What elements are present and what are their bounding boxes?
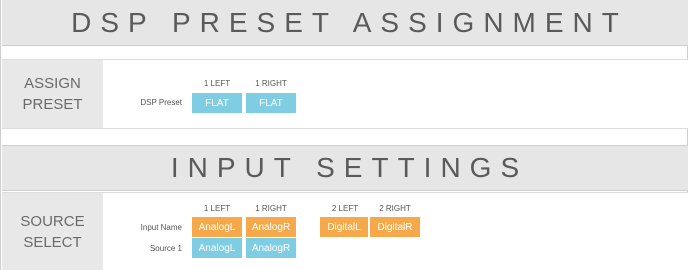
source-select-label: SOURCE SELECT <box>2 193 103 270</box>
input-settings-header: INPUT SETTINGS <box>2 145 688 191</box>
assign-preset-label-line2: PRESET <box>22 96 83 113</box>
input-name-1-right-button[interactable]: AnalogR <box>246 217 296 237</box>
dsp-preset-1-left-button[interactable]: FLAT <box>192 93 242 113</box>
source-select-label-line1: SOURCE <box>20 212 85 230</box>
input-col-1-left-label: 1 LEFT <box>203 204 231 213</box>
assign-preset-row: ASSIGN PRESET 1 LEFT 1 RIGHT DSP Preset … <box>2 59 688 129</box>
assign-preset-label-line1: ASSIGN <box>24 75 81 92</box>
source-1-field-label: Source 1 <box>149 244 182 253</box>
input-name-1-left-button[interactable]: AnalogL <box>192 217 242 237</box>
input-col-1-right-label: 1 RIGHT <box>255 204 287 213</box>
page-frame: DSP PRESET ASSIGNMENT ASSIGN PRESET 1 LE… <box>0 0 688 270</box>
input-name-field-label: Input Name <box>140 223 182 232</box>
dsp-preset-assignment-header: DSP PRESET ASSIGNMENT <box>2 0 688 46</box>
source-1-1-left-button[interactable]: AnalogL <box>192 238 242 258</box>
assign-preset-label: ASSIGN PRESET <box>2 60 103 128</box>
input-col-2-right-label: 2 RIGHT <box>379 204 411 213</box>
source-select-label-line2: SELECT <box>23 233 82 251</box>
dsp-preset-field-label: DSP Preset <box>140 98 182 107</box>
dsp-preset-1-right-button[interactable]: FLAT <box>246 93 296 113</box>
input-name-2-right-button[interactable]: DigitalR <box>370 217 420 237</box>
dsp-col-1-left-label: 1 LEFT <box>203 79 231 88</box>
dsp-section-title: DSP PRESET ASSIGNMENT <box>71 6 628 38</box>
input-name-2-left-button[interactable]: DigitalL <box>320 217 368 237</box>
source-1-1-right-button[interactable]: AnalogR <box>246 238 296 258</box>
input-section-title: INPUT SETTINGS <box>170 152 529 183</box>
source-select-row: SOURCE SELECT 1 LEFT 1 RIGHT 2 LEFT 2 RI… <box>2 192 688 270</box>
input-col-2-left-label: 2 LEFT <box>331 204 359 213</box>
dsp-col-1-right-label: 1 RIGHT <box>255 79 287 88</box>
